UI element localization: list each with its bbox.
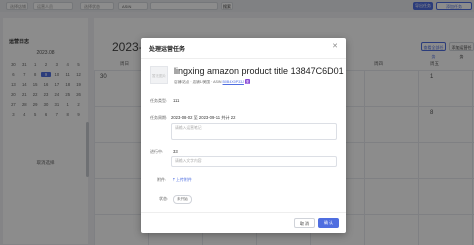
confirm-button[interactable]: 确 认 — [318, 218, 339, 228]
progress-input[interactable]: 请输入文字内容 — [171, 156, 337, 167]
modal-header: 处理运营任务 ✕ — [141, 38, 346, 59]
close-icon[interactable]: ✕ — [332, 43, 338, 50]
task-period-label: 任务周期: — [150, 115, 168, 120]
task-period-value: 2023-08-02 至 2023-09-11 共计 22 — [171, 115, 236, 120]
modal-footer: 取 消 确 认 — [141, 212, 346, 234]
modal-title: 处理运营任务 — [149, 47, 186, 53]
task-modal: 处理运营任务 ✕ 暂无图片 lingxing amazon product ti… — [141, 38, 346, 233]
task-type-label: 任务类型: — [150, 98, 168, 103]
task-type-value: 111 — [173, 98, 180, 103]
upload-text: 上传附件 — [175, 177, 192, 182]
progress-label: 进行中: — [150, 149, 164, 154]
product-meta: 店铺/站点 · 店铺1/美国 · ASIN B0B4X0P33J 亚 — [174, 79, 251, 85]
product-meta-text: 店铺/站点 · 店铺1/美国 · ASIN — [174, 80, 222, 84]
progress-value: 33 — [173, 149, 178, 154]
marketplace-tag: 亚 — [244, 79, 251, 84]
remark-textarea[interactable]: 请输入运营笔记 — [171, 123, 337, 140]
product-title: lingxing amazon product title 13847C6D01 — [174, 66, 344, 76]
product-image-placeholder: 暂无图片 — [150, 66, 168, 84]
status-badge[interactable]: 未开始 — [173, 195, 192, 204]
status-label: 状态: — [159, 196, 169, 201]
attachment-label: 附件: — [157, 177, 167, 182]
asin-link[interactable]: B0B4X0P33J — [223, 80, 244, 84]
upload-icon: ⤒ — [173, 177, 175, 182]
cancel-button[interactable]: 取 消 — [294, 218, 315, 228]
upload-attachment-link[interactable]: ⤒ 上传附件 — [173, 177, 192, 183]
